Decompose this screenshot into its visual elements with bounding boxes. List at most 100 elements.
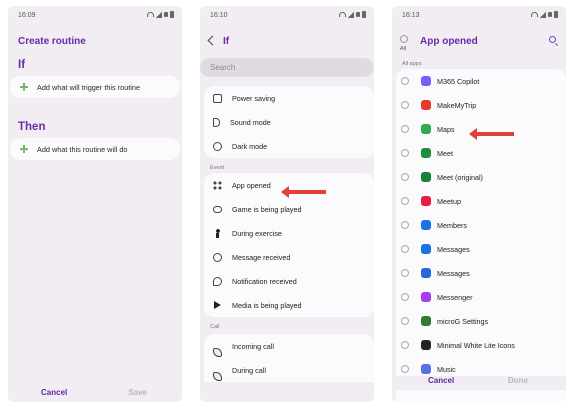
list-item-label: Notification received: [232, 276, 297, 286]
list-item-message-received[interactable]: Message received: [204, 245, 374, 269]
app-name: Messages: [437, 244, 470, 254]
app-icon: [421, 196, 431, 206]
call-group: Incoming call During call: [204, 334, 374, 382]
phone-icon: [213, 371, 222, 381]
gamepad-icon: [213, 205, 222, 213]
section-label: All apps: [402, 61, 422, 67]
then-card: Add what this routine will do: [10, 138, 180, 160]
signal-icon: [156, 11, 162, 18]
list-item-incoming-call[interactable]: Incoming call: [204, 334, 374, 358]
list-item[interactable]: Meetup: [396, 189, 566, 213]
list-item-label: During call: [232, 365, 266, 375]
app-radio[interactable]: [401, 293, 409, 301]
app-name: Meet (original): [437, 172, 483, 182]
search-input[interactable]: Search: [200, 58, 374, 77]
app-radio[interactable]: [401, 197, 409, 205]
app-name: Meet: [437, 148, 453, 158]
list-item[interactable]: Messages: [396, 261, 566, 285]
list-item-during-call[interactable]: During call: [204, 358, 374, 382]
status-bar: 16:09: [8, 6, 182, 24]
app-radio[interactable]: [401, 149, 409, 157]
app-radio[interactable]: [401, 77, 409, 85]
list-item-sound-mode[interactable]: Sound mode: [204, 110, 374, 134]
app-icon: [421, 148, 431, 158]
wifi-icon: [339, 12, 346, 17]
list-item[interactable]: Meet: [396, 141, 566, 165]
list-item[interactable]: Minimal White Lite Icons: [396, 333, 566, 357]
list-item-label: Incoming call: [232, 341, 274, 351]
cancel-button[interactable]: Cancel: [41, 388, 67, 397]
list-item-game-played[interactable]: Game is being played: [204, 197, 374, 221]
app-radio[interactable]: [401, 101, 409, 109]
battery-icon: [362, 11, 366, 18]
app-icon: [421, 268, 431, 278]
add-action-button[interactable]: Add what this routine will do: [10, 138, 180, 160]
category-label-event: Event: [210, 165, 225, 171]
status-bar: 16:10: [200, 6, 374, 24]
search-icon[interactable]: [549, 36, 556, 43]
app-name: Messenger: [437, 292, 473, 302]
add-trigger-button[interactable]: Add what will trigger this routine: [10, 76, 180, 98]
app-icon: [421, 340, 431, 350]
lock-icon: [548, 12, 552, 17]
status-icons: [147, 11, 174, 18]
list-item[interactable]: M365 Copilot: [396, 69, 566, 93]
app-radio[interactable]: [401, 125, 409, 133]
app-list: M365 Copilot MakeMyTrip Maps Meet Meet (orig…: [396, 69, 566, 402]
lock-icon: [164, 12, 168, 17]
category-label-call: Call: [210, 324, 220, 330]
app-icon: [421, 316, 431, 326]
app-radio[interactable]: [401, 173, 409, 181]
speaker-icon: [213, 117, 220, 127]
moon-icon: [213, 141, 222, 151]
app-name: Minimal White Lite Icons: [437, 340, 515, 350]
app-icon: [421, 244, 431, 254]
list-item[interactable]: Meet (original): [396, 165, 566, 189]
list-item-exercise[interactable]: During exercise: [204, 221, 374, 245]
signal-icon: [348, 11, 354, 18]
if-heading: If: [18, 59, 26, 71]
app-radio[interactable]: [401, 341, 409, 349]
screen-create-routine: 16:09 Create routine If Add what will tr…: [8, 6, 182, 402]
app-radio[interactable]: [401, 365, 409, 373]
screen-if-conditions: 16:10 If Search Power saving Sound mode …: [200, 6, 374, 402]
app-icon: [421, 364, 431, 374]
plus-icon: [20, 83, 28, 91]
list-item-dark-mode[interactable]: Dark mode: [204, 134, 374, 158]
back-arrow-icon[interactable]: [207, 35, 218, 46]
list-item[interactable]: Members: [396, 213, 566, 237]
app-radio[interactable]: [401, 269, 409, 277]
app-radio[interactable]: [401, 221, 409, 229]
cancel-button[interactable]: Cancel: [428, 376, 454, 385]
screen-app-opened: 16:13 All App opened All apps M365 Copil…: [392, 6, 566, 402]
settings-group: Power saving Sound mode Dark mode: [204, 86, 374, 158]
select-all-checkbox[interactable]: [400, 35, 408, 43]
wifi-icon: [531, 12, 538, 17]
list-item[interactable]: Maps: [396, 117, 566, 141]
list-item[interactable]: microG Settings: [396, 309, 566, 333]
list-item[interactable]: Messenger: [396, 285, 566, 309]
list-item-label: Game is being played: [232, 204, 302, 214]
app-radio[interactable]: [401, 245, 409, 253]
save-button[interactable]: Save: [128, 388, 147, 397]
wifi-icon: [147, 12, 154, 17]
battery-icon: [554, 11, 558, 18]
list-item[interactable]: MakeMyTrip: [396, 93, 566, 117]
app-name: Maps: [437, 124, 455, 134]
status-time: 16:10: [210, 12, 228, 19]
then-heading: Then: [18, 121, 46, 133]
app-radio[interactable]: [401, 317, 409, 325]
page-title: If: [223, 36, 230, 47]
if-card: Add what will trigger this routine: [10, 76, 180, 98]
list-item[interactable]: Messages: [396, 237, 566, 261]
list-item-media-played[interactable]: Media is being played: [204, 293, 374, 317]
done-button[interactable]: Done: [508, 376, 528, 385]
app-icon: [421, 124, 431, 134]
list-item-power-saving[interactable]: Power saving: [204, 86, 374, 110]
annotation-arrow: [469, 128, 514, 140]
app-name: microG Settings: [437, 316, 489, 326]
list-item-notification-received[interactable]: Notification received: [204, 269, 374, 293]
app-name: Messages: [437, 268, 470, 278]
app-name: MakeMyTrip: [437, 100, 477, 110]
status-time: 16:13: [402, 12, 420, 19]
